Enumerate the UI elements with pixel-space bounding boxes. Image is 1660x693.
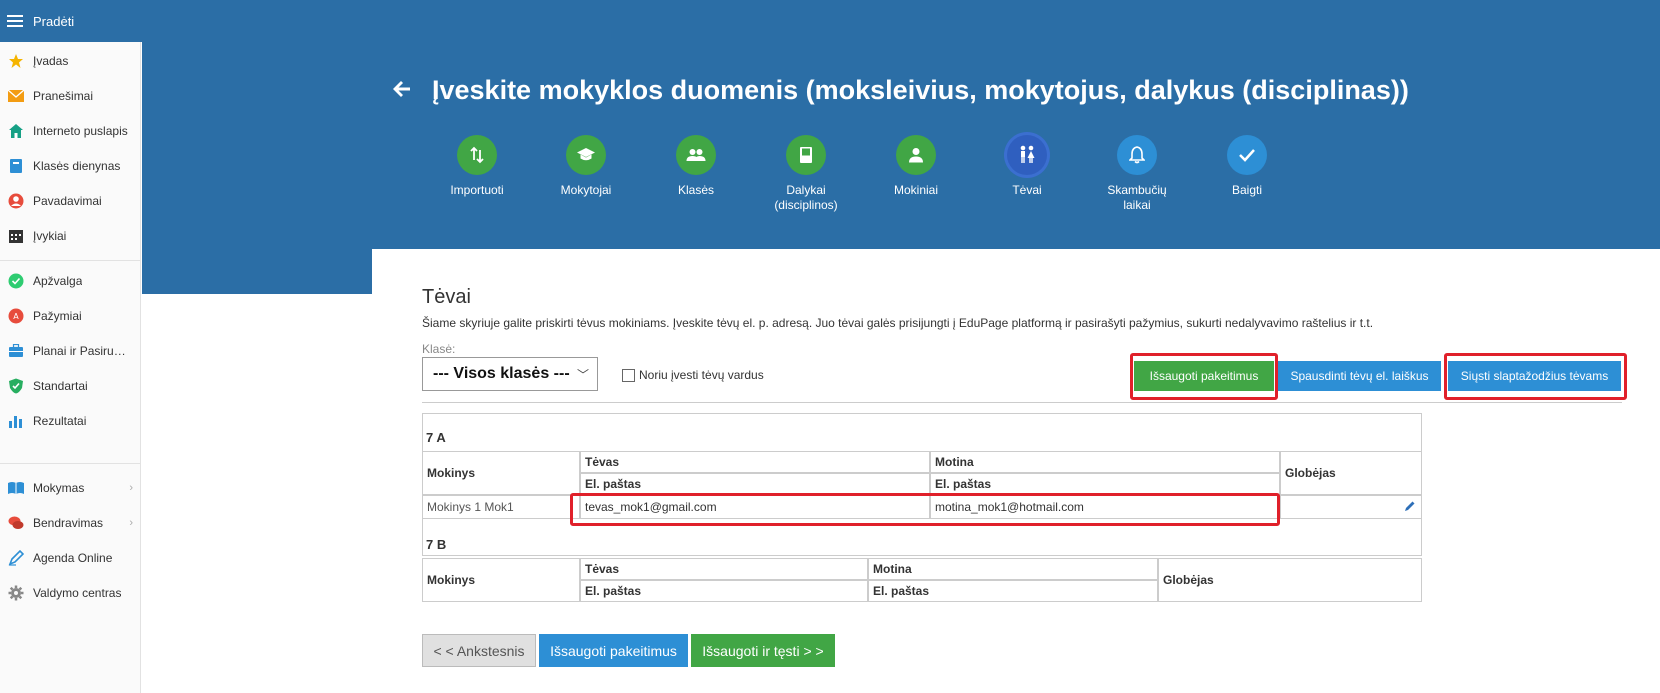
enter-parent-names-checkbox[interactable]: Noriu įvesti tėvų vardus	[622, 368, 764, 382]
bell-icon	[1117, 135, 1157, 175]
student-name: Mokinys 1 Mok1	[422, 495, 580, 519]
top-bar: Pradėti	[0, 0, 1660, 42]
highlight-annotation	[1130, 353, 1278, 400]
sidebar-divider	[0, 260, 141, 261]
step-mokiniai[interactable]: Mokiniai	[861, 135, 971, 198]
header-guardian: Globėjas	[1280, 451, 1422, 495]
star-icon	[7, 52, 25, 70]
import-arrows-icon	[457, 135, 497, 175]
home-icon	[7, 122, 25, 140]
sidebar: Įvadas Pranešimai Interneto puslapis Kla…	[0, 42, 141, 693]
section-title: Tėvai	[422, 286, 471, 308]
chevron-down-icon: ﹀	[576, 368, 589, 382]
previous-button[interactable]: < < Ankstesnis	[422, 634, 536, 667]
header-mother-email: El. paštas	[930, 473, 1280, 495]
sidebar-item-interneto-puslapis[interactable]: Interneto puslapis	[0, 116, 141, 146]
sidebar-item-planai[interactable]: Planai ir Pasiruošimas	[0, 336, 141, 366]
sidebar-item-klases-dienynas[interactable]: Klasės dienynas	[0, 151, 141, 181]
divider	[422, 402, 1622, 403]
group-icon	[676, 135, 716, 175]
sidebar-item-pazymiai[interactable]: A Pažymiai	[0, 301, 141, 331]
chat-icon	[7, 514, 25, 532]
graduation-cap-icon	[566, 135, 606, 175]
checkmark-icon	[1227, 135, 1267, 175]
sidebar-item-agenda-online[interactable]: Agenda Online	[0, 543, 141, 573]
hamburger-menu-icon[interactable]	[7, 15, 23, 27]
gear-icon	[7, 584, 25, 602]
check-circle-icon	[7, 272, 25, 290]
class-filter-label: Klasė:	[422, 342, 456, 356]
guardian-cell	[1280, 495, 1422, 519]
step-dalykai[interactable]: Dalykai (disciplinos)	[751, 135, 861, 213]
header-father-email: El. paštas	[580, 580, 868, 602]
print-parent-emails-button[interactable]: Spausdinti tėvų el. laiškus	[1278, 361, 1441, 391]
sidebar-divider	[0, 463, 141, 464]
highlight-annotation	[570, 493, 1280, 526]
shield-check-icon	[7, 377, 25, 395]
sidebar-item-apzvalga[interactable]: Apžvalga	[0, 266, 141, 296]
checkbox[interactable]	[622, 368, 635, 382]
header-student: Mokinys	[422, 451, 580, 495]
sidebar-item-valdymo-centras[interactable]: Valdymo centras	[0, 578, 141, 608]
step-baigti[interactable]: Baigti	[1192, 135, 1302, 198]
topbar-title[interactable]: Pradėti	[33, 14, 74, 29]
sidebar-item-ivadas[interactable]: Įvadas	[0, 46, 141, 76]
sidebar-item-standartai[interactable]: Standartai	[0, 371, 141, 401]
chevron-right-icon: ›	[129, 517, 133, 529]
person-icon	[896, 135, 936, 175]
back-arrow-icon[interactable]	[390, 77, 414, 101]
class-select[interactable]: --- Visos klasės --- ﹀	[422, 357, 598, 391]
header-father: Tėvas	[580, 451, 930, 473]
book-icon	[786, 135, 826, 175]
sidebar-item-bendravimas[interactable]: Bendravimas ›	[0, 508, 141, 538]
header-mother: Motina	[930, 451, 1280, 473]
header-father-email: El. paštas	[580, 473, 930, 495]
section-description: Šiame skyriuje galite priskirti tėvus mo…	[422, 316, 1374, 330]
sidebar-item-pavadavimai[interactable]: Pavadavimai	[0, 186, 141, 216]
save-changes-bottom-button[interactable]: Išsaugoti pakeitimus	[539, 634, 688, 667]
person-icon	[7, 192, 25, 210]
briefcase-icon	[7, 342, 25, 360]
sidebar-item-rezultatai[interactable]: Rezultatai	[0, 406, 141, 436]
step-importuoti[interactable]: Importuoti	[422, 135, 532, 198]
svg-text:A: A	[13, 312, 19, 321]
save-and-continue-button[interactable]: Išsaugoti ir tęsti > >	[691, 634, 835, 667]
step-mokytojai[interactable]: Mokytojai	[531, 135, 641, 198]
grade-icon: A	[7, 307, 25, 325]
page-title: Įveskite mokyklos duomenis (moksleivius,…	[432, 75, 1409, 105]
step-skambuciu-laikai[interactable]: Skambučių laikai	[1082, 135, 1192, 213]
open-book-icon	[7, 479, 25, 497]
pencil-icon[interactable]	[1404, 500, 1416, 512]
header-father: Tėvas	[580, 558, 868, 580]
class-heading-7a: 7 A	[426, 430, 446, 445]
sidebar-item-pranesimai[interactable]: Pranešimai	[0, 81, 141, 111]
header-guardian: Globėjas	[1158, 558, 1422, 602]
calendar-icon	[7, 227, 25, 245]
bar-chart-icon	[7, 412, 25, 430]
highlight-annotation	[1444, 353, 1627, 400]
book-icon	[7, 157, 25, 175]
pen-icon	[7, 549, 25, 567]
header-student: Mokinys	[422, 558, 580, 602]
step-klases[interactable]: Klasės	[641, 135, 751, 198]
header-mother: Motina	[868, 558, 1158, 580]
sidebar-item-mokymas[interactable]: Mokymas ›	[0, 473, 141, 503]
sidebar-item-ivykiai[interactable]: Įvykiai	[0, 221, 141, 251]
step-tevai[interactable]: Tėvai	[972, 135, 1082, 198]
class-heading-7b: 7 B	[426, 537, 447, 552]
chevron-right-icon: ›	[129, 482, 133, 494]
header-mother-email: El. paštas	[868, 580, 1158, 602]
parents-icon	[1007, 135, 1047, 175]
envelope-icon	[7, 87, 25, 105]
